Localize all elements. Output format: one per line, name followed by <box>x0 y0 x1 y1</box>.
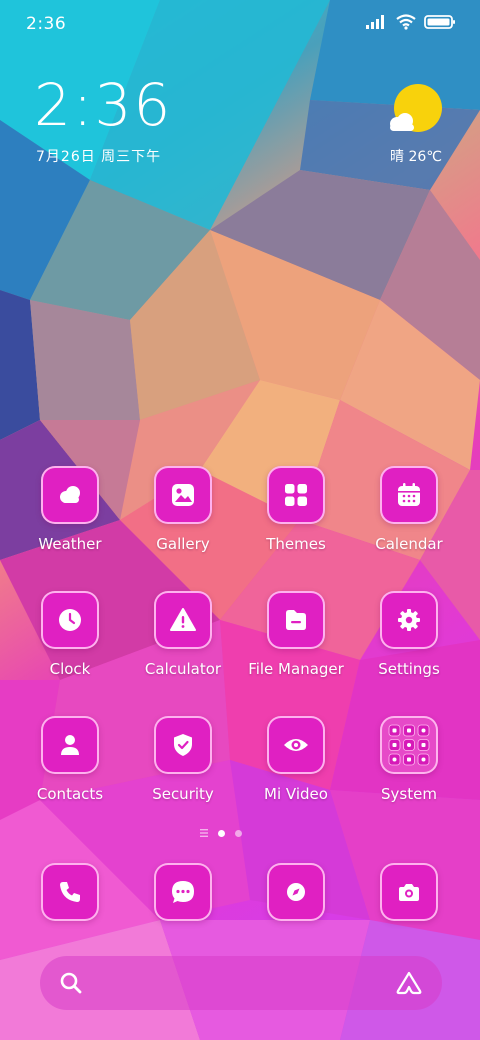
search-icon[interactable] <box>58 970 84 996</box>
clock-widget-time[interactable]: 2:36 <box>34 76 172 134</box>
app-label: Contacts <box>36 785 104 803</box>
app-label: Security <box>152 785 214 803</box>
app-label: Calculator <box>144 660 222 678</box>
assistant-icon[interactable] <box>394 970 424 996</box>
app-security[interactable]: Security <box>133 716 233 803</box>
app-clock[interactable]: Clock <box>20 591 120 678</box>
calculator-icon <box>154 591 212 649</box>
status-bar-time: 2:36 <box>26 14 67 34</box>
app-mi-video[interactable]: Mi Video <box>246 716 346 803</box>
app-calendar[interactable]: Calendar <box>359 466 459 553</box>
page-dot-active[interactable] <box>218 829 225 837</box>
contacts-icon <box>41 716 99 774</box>
app-label: Weather <box>38 535 102 553</box>
calendar-icon <box>380 466 438 524</box>
folder-grid-icon <box>380 716 438 774</box>
shield-icon <box>154 716 212 774</box>
weather-icon <box>41 466 99 524</box>
battery-icon <box>424 15 455 29</box>
phone-icon <box>41 863 99 921</box>
signal-icon <box>366 15 384 29</box>
dock-phone[interactable] <box>20 863 120 921</box>
app-system-folder[interactable]: System <box>359 716 459 803</box>
gallery-icon <box>154 466 212 524</box>
app-settings[interactable]: Settings <box>359 591 459 678</box>
folder-icon <box>267 591 325 649</box>
camera-icon <box>380 863 438 921</box>
dock-messages[interactable] <box>133 863 233 921</box>
app-contacts[interactable]: Contacts <box>20 716 120 803</box>
app-label: Themes <box>266 535 326 553</box>
app-weather[interactable]: Weather <box>20 466 120 553</box>
message-icon <box>154 863 212 921</box>
app-label: Settings <box>378 660 440 678</box>
sun-cloud-icon <box>390 84 442 132</box>
app-file-manager[interactable]: File Manager <box>246 591 346 678</box>
dock-browser[interactable] <box>246 863 346 921</box>
themes-icon <box>267 466 325 524</box>
search-bar[interactable] <box>40 956 442 1010</box>
status-bar-icons <box>366 14 456 30</box>
app-label: Mi Video <box>264 785 328 803</box>
app-label: File Manager <box>248 660 344 678</box>
clock-widget-date: 7月26日 周三下午 <box>36 149 162 165</box>
app-label: Calendar <box>375 535 443 553</box>
gear-icon <box>380 591 438 649</box>
app-calculator[interactable]: Calculator <box>133 591 233 678</box>
page-dot[interactable] <box>235 829 242 837</box>
weather-summary: 晴 26℃ <box>390 149 442 165</box>
eye-icon <box>267 716 325 774</box>
weather-widget[interactable] <box>384 84 444 144</box>
app-label: Gallery <box>156 535 210 553</box>
dock-camera[interactable] <box>359 863 459 921</box>
app-label: Clock <box>49 660 91 678</box>
compass-icon <box>267 863 325 921</box>
wifi-icon <box>396 14 416 30</box>
page-indicator[interactable] <box>200 829 242 837</box>
list-pages-icon <box>200 829 208 837</box>
app-gallery[interactable]: Gallery <box>133 466 233 553</box>
clock-icon <box>41 591 99 649</box>
app-label: System <box>381 785 437 803</box>
app-themes[interactable]: Themes <box>246 466 346 553</box>
